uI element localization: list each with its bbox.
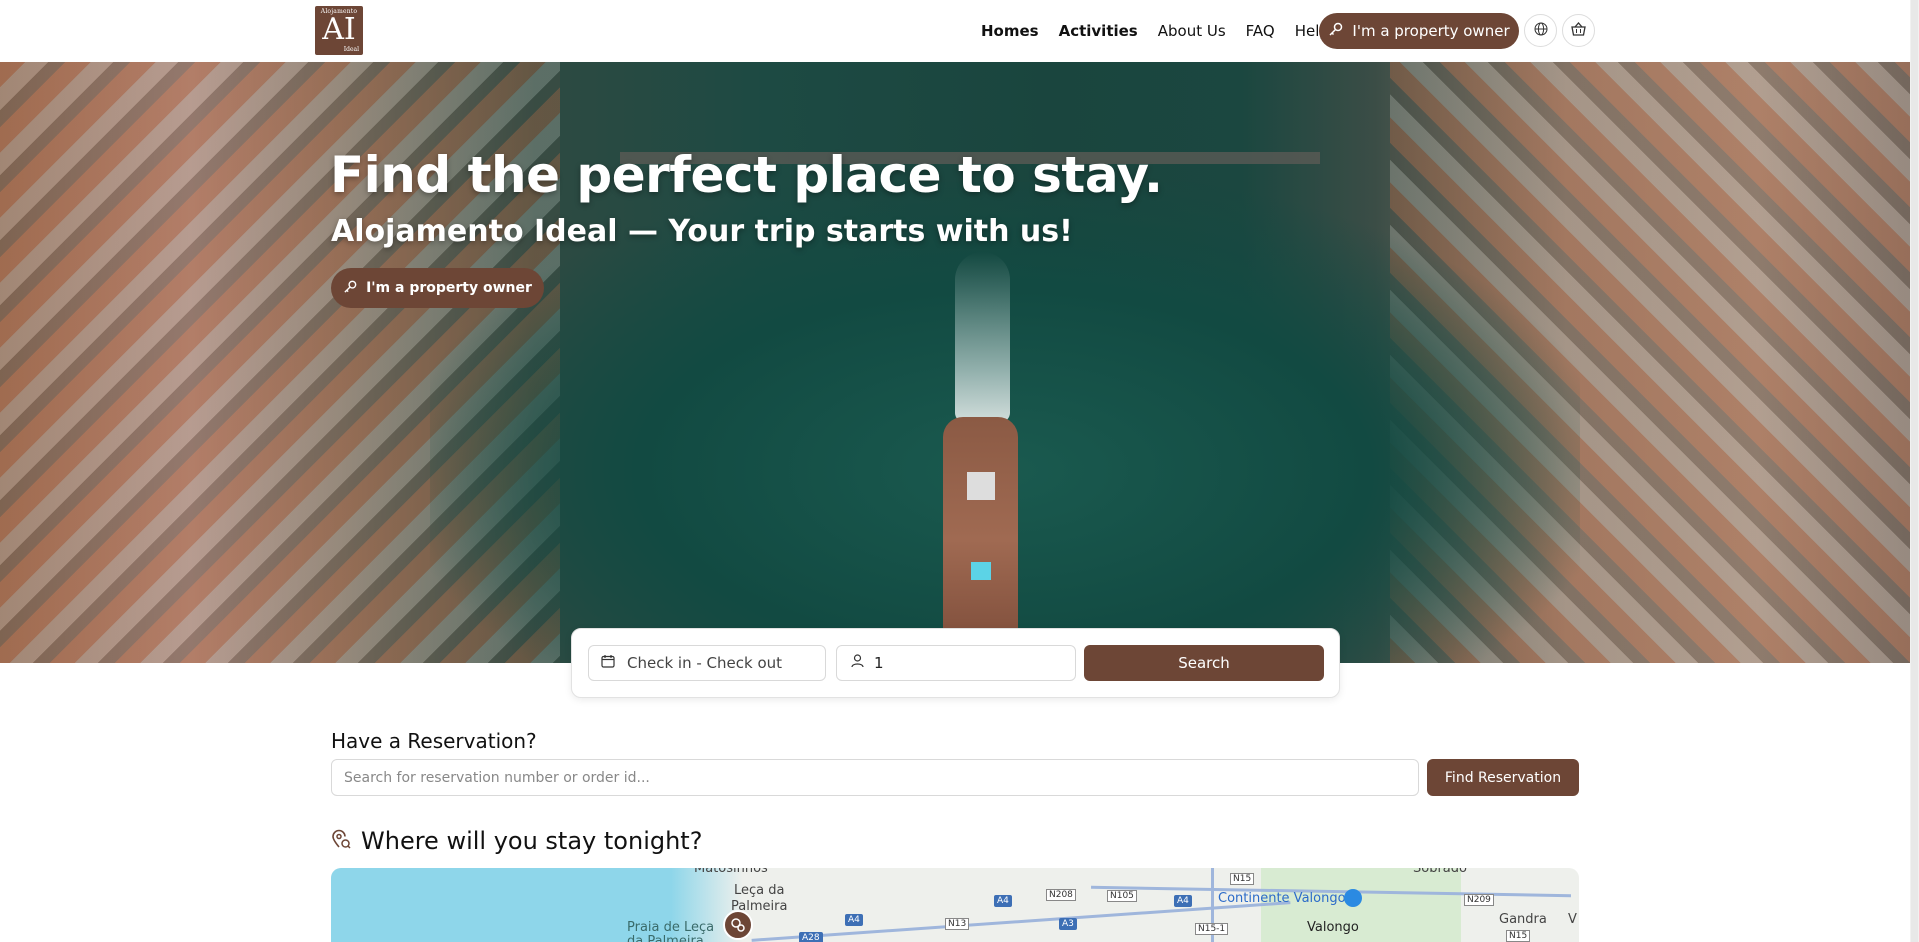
calendar-icon — [601, 654, 615, 672]
map-label-praia: Praia de Leça — [627, 920, 715, 935]
road-shield-n208: N208 — [1046, 889, 1076, 901]
find-reservation-button[interactable]: Find Reservation — [1427, 759, 1579, 796]
map-label-praia-2: da Palmeira — [627, 934, 704, 942]
map-section-title: Where will you stay tonight? — [331, 827, 702, 855]
main-nav: Homes Activities About Us FAQ Help — [981, 0, 1349, 62]
boat-pool — [971, 562, 991, 580]
location-pin-icon — [331, 827, 351, 855]
hero-owner-label: I'm a property owner — [366, 280, 532, 296]
date-range-picker[interactable]: Check in - Check out — [588, 645, 826, 681]
reservation-title: Have a Reservation? — [331, 729, 537, 753]
road-shield-n15-2: N15 — [1506, 930, 1531, 942]
hero-subtitle: Alojamento Ideal — Your trip starts with… — [331, 214, 1073, 249]
logo-monogram: AI — [322, 12, 356, 47]
globe-icon — [1534, 21, 1548, 40]
map-label-gandra: Gandra — [1499, 912, 1547, 927]
property-pin-icon[interactable] — [723, 910, 753, 940]
map-label-continente: Continente Valongo — [1218, 891, 1346, 906]
key-icon — [1328, 21, 1344, 41]
reservation-search-input[interactable]: Search for reservation number or order i… — [331, 759, 1419, 796]
property-owner-label: I'm a property owner — [1352, 22, 1510, 40]
map-label-sobrado: Sobrado — [1413, 868, 1467, 876]
basket-icon — [1571, 21, 1586, 40]
road-shield-n105: N105 — [1107, 890, 1137, 902]
road-shield-n13: N13 — [945, 918, 970, 930]
map-label-matosinhos: Matosinhos — [694, 868, 768, 876]
date-range-placeholder: Check in - Check out — [627, 654, 783, 672]
hero-image-boat — [943, 417, 1018, 663]
road-shield-a3: A3 — [1059, 918, 1077, 930]
map-label-valongo: Valongo — [1307, 920, 1359, 935]
hero-image-wake — [955, 252, 1010, 422]
hero-property-owner-button[interactable]: I'm a property owner — [331, 268, 544, 308]
key-icon — [343, 279, 358, 298]
logo-bottom-text: Ideal — [343, 46, 359, 53]
map-title-text: Where will you stay tonight? — [361, 827, 703, 855]
booking-search-box: Check in - Check out 1 Search — [571, 628, 1340, 698]
page-scrollbar[interactable] — [1910, 0, 1919, 942]
top-header: Alojamento AI Ideal Homes Activities Abo… — [0, 0, 1910, 62]
nav-faq[interactable]: FAQ — [1246, 22, 1275, 40]
language-button[interactable] — [1524, 14, 1557, 47]
person-icon — [851, 654, 864, 672]
page: Alojamento AI Ideal Homes Activities Abo… — [0, 0, 1919, 942]
property-map[interactable]: Matosinhos Leça da Palmeira Praia de Leç… — [331, 868, 1579, 942]
site-logo[interactable]: Alojamento AI Ideal — [315, 6, 363, 55]
scrollbar-thumb[interactable] — [1911, 0, 1918, 942]
guests-field[interactable]: 1 — [836, 645, 1076, 681]
hero-banner: Find the perfect place to stay. Alojamen… — [0, 62, 1910, 663]
shopping-cart-icon[interactable] — [1344, 889, 1362, 907]
property-owner-button[interactable]: I'm a property owner — [1319, 13, 1519, 49]
road-shield-a28: A28 — [799, 932, 823, 942]
guests-value: 1 — [874, 654, 884, 672]
road-shield-a4-2: A4 — [994, 895, 1012, 907]
nav-activities[interactable]: Activities — [1059, 22, 1138, 40]
cart-button[interactable] — [1562, 14, 1595, 47]
map-label-leca: Leça da — [734, 883, 785, 898]
boat-deck — [967, 472, 995, 500]
map-label-v: V — [1568, 912, 1577, 927]
nav-homes[interactable]: Homes — [981, 22, 1039, 40]
road-shield-a4-3: A4 — [1174, 895, 1192, 907]
hero-title: Find the perfect place to stay. — [330, 146, 1163, 204]
map-road — [751, 901, 1291, 942]
road-shield-n209: N209 — [1464, 894, 1494, 906]
road-shield-n15: N15 — [1230, 873, 1255, 885]
search-button[interactable]: Search — [1084, 645, 1324, 681]
nav-about-us[interactable]: About Us — [1158, 22, 1226, 40]
road-shield-a4: A4 — [845, 914, 863, 926]
road-shield-n15-1: N15-1 — [1195, 923, 1229, 935]
